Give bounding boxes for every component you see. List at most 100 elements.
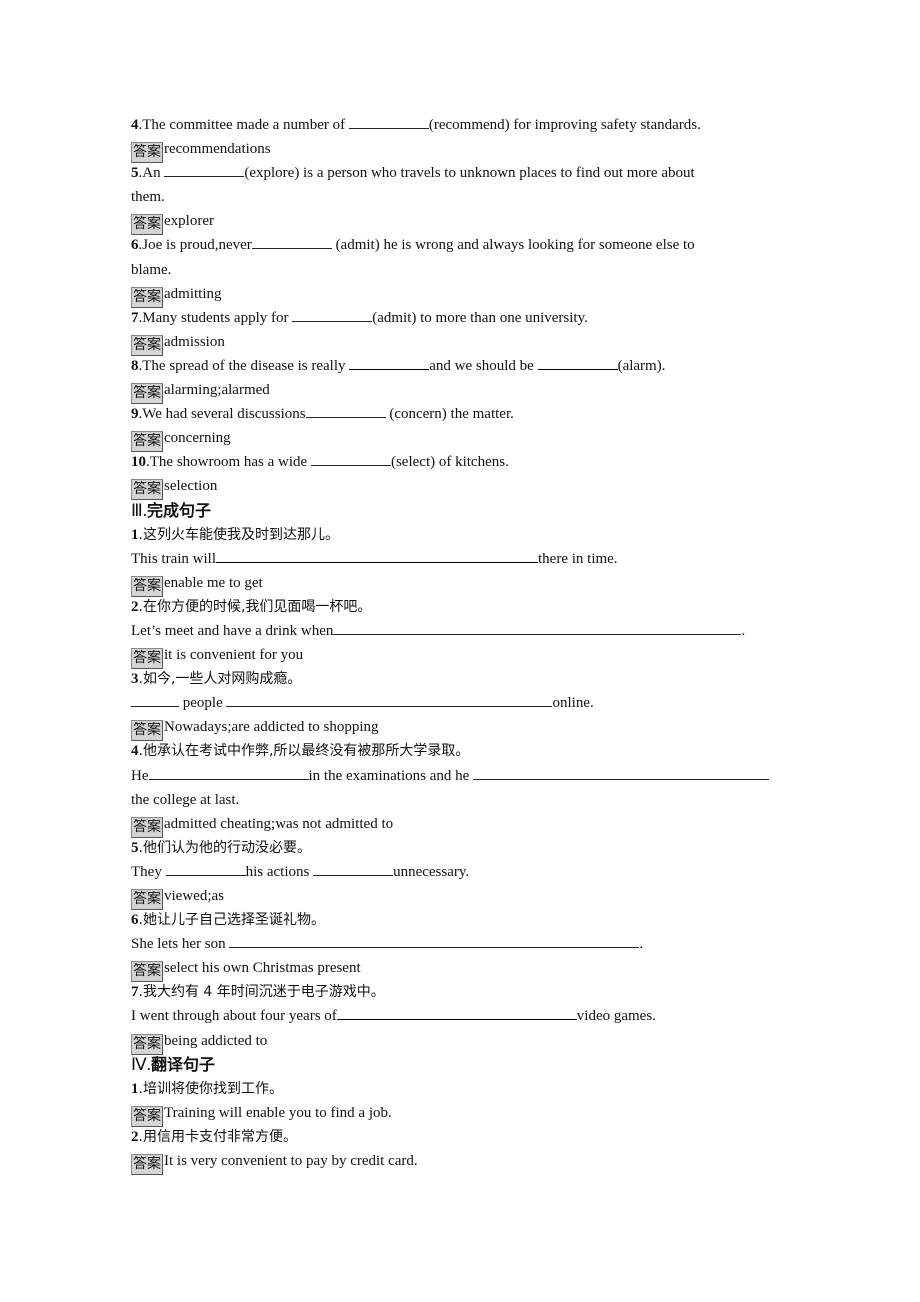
answer-6: 答案 admitting xyxy=(131,282,811,308)
question-text: there in time. xyxy=(538,550,618,567)
answer-10: 答案 selection xyxy=(131,474,811,501)
answer-text: selection xyxy=(164,478,218,495)
question-text: .The spread of the disease is really xyxy=(138,357,350,374)
answer-badge: 答案 xyxy=(131,431,163,453)
chinese-prompt: .她让儿子自己选择圣诞礼物。 xyxy=(138,912,325,929)
section-number: Ⅲ. xyxy=(131,500,147,520)
answer-badge: 答案 xyxy=(131,142,163,164)
answer-blank xyxy=(473,765,770,780)
answer-7: 答案 admission xyxy=(131,330,811,356)
answer-blank xyxy=(251,234,332,250)
question-number: 8 xyxy=(131,357,139,374)
answer-badge: 答案 xyxy=(131,479,163,501)
s3-answer-4: 答案 admitted cheating;was not admitted to xyxy=(131,812,811,838)
question-text: .Joe is proud,never xyxy=(138,237,252,254)
s3-question-4-continuation: the college at last. xyxy=(131,791,240,808)
question-number: 2 xyxy=(131,1128,139,1145)
question-text: unnecessary. xyxy=(393,863,470,880)
question-number: 6 xyxy=(131,912,139,929)
question-text: (concern) the matter. xyxy=(385,406,514,423)
chinese-prompt: .培训将使你找到工作。 xyxy=(138,1080,283,1097)
chinese-prompt: .他承认在考试中作弊,所以最终没有被那所大学录取。 xyxy=(138,743,470,760)
answer-badge: 答案 xyxy=(131,720,163,742)
s3-question-3-sentence: people online. xyxy=(131,691,811,715)
answer-text: Nowadays;are addicted to shopping xyxy=(164,719,379,736)
answer-badge: 答案 xyxy=(131,648,163,670)
s3-answer-5: 答案 viewed;as xyxy=(131,884,811,910)
s3-question-5-sentence: They his actions unnecessary. xyxy=(131,860,811,884)
question-number: 2 xyxy=(131,598,139,615)
answer-text: explorer xyxy=(164,213,214,230)
question-number: 6 xyxy=(131,237,139,254)
s3-question-1-sentence: This train will there in time. xyxy=(131,547,811,571)
answer-badge: 答案 xyxy=(131,383,163,405)
s3-question-3-prompt: 3.如今,一些人对网购成瘾。 xyxy=(131,667,811,691)
s3-question-1-prompt: 1.这列火车能使我及时到达那儿。 xyxy=(131,523,811,547)
question-number: 4 xyxy=(131,743,139,760)
s3-question-6-sentence: She lets her son . xyxy=(131,932,811,956)
answer-badge: 答案 xyxy=(131,1154,163,1176)
s4-answer-1: 答案 Training will enable you to find a job… xyxy=(131,1101,811,1127)
question-number: 7 xyxy=(131,984,139,1001)
chinese-prompt: .用信用卡支付非常方便。 xyxy=(138,1128,297,1145)
answer-blank xyxy=(537,355,618,370)
question-text: . xyxy=(741,622,746,639)
question-text: (admit) to more than one university. xyxy=(372,309,588,326)
question-text: online. xyxy=(552,695,594,712)
question-text: (recommend) for improving safety standar… xyxy=(428,117,701,133)
question-5-continuation: them. xyxy=(131,189,165,206)
question-text: They xyxy=(131,863,166,880)
question-number: 4 xyxy=(131,117,139,133)
question-number: 9 xyxy=(131,406,139,423)
answer-text: it is convenient for you xyxy=(164,647,304,664)
question-7: 7.Many students apply for (admit) to mor… xyxy=(131,306,811,330)
question-number: 10 xyxy=(131,454,146,471)
chinese-prompt: .这列火车能使我及时到达那儿。 xyxy=(138,526,339,543)
s3-question-4-prompt: 4.他承认在考试中作弊,所以最终没有被那所大学录取。 xyxy=(131,739,811,763)
question-text: .An xyxy=(138,165,165,182)
answer-blank xyxy=(313,861,394,876)
worksheet-page: 4.The committee made a number of (recomm… xyxy=(131,113,811,1176)
s3-answer-3: 答案 Nowadays;are addicted to shopping xyxy=(131,715,811,742)
chinese-prompt: .我大约有 4 年时间沉迷于电子游戏中。 xyxy=(138,984,385,1001)
answer-badge: 答案 xyxy=(131,1105,163,1127)
s3-answer-1: 答案 enable me to get xyxy=(131,571,811,597)
answer-blank xyxy=(165,861,246,876)
question-8: 8.The spread of the disease is really an… xyxy=(131,354,811,378)
answer-blank xyxy=(226,692,553,708)
section-title: 完成句子 xyxy=(146,500,211,520)
s3-question-6-prompt: 6.她让儿子自己选择圣诞礼物。 xyxy=(131,908,811,932)
answer-text: admitted cheating;was not admitted to xyxy=(164,815,394,832)
question-4: 4.The committee made a number of (recomm… xyxy=(131,113,811,137)
answer-text: alarming;alarmed xyxy=(164,382,270,399)
s3-answer-2: 答案 it is convenient for you xyxy=(131,643,811,670)
answer-badge: 答案 xyxy=(131,1033,163,1055)
question-text: his actions xyxy=(245,863,314,880)
chinese-prompt: .在你方便的时候,我们见面喝一杯吧。 xyxy=(138,598,372,615)
s3-question-7-prompt: 7.我大约有 4 年时间沉迷于电子游戏中。 xyxy=(131,980,811,1004)
answer-blank xyxy=(349,355,430,370)
answer-text: concerning xyxy=(164,430,231,447)
question-text: (admit) he is wrong and always looking f… xyxy=(331,237,695,254)
answer-badge: 答案 xyxy=(131,214,163,236)
answer-8: 答案 alarming;alarmed xyxy=(131,378,811,405)
question-text: .The showroom has a wide xyxy=(146,454,311,471)
chinese-prompt: .他们认为他的行动没必要。 xyxy=(138,839,311,856)
section-heading-translate-sentences: Ⅳ.翻译句子 xyxy=(131,1053,811,1077)
section-title: 翻译句子 xyxy=(150,1054,215,1074)
question-text: and we should be xyxy=(429,357,538,374)
question-6-continuation: blame. xyxy=(131,261,172,278)
question-number: 5 xyxy=(131,839,139,856)
answer-blank xyxy=(229,933,640,949)
question-9: 9.We had several discussions (concern) t… xyxy=(131,402,811,426)
answer-blank xyxy=(333,620,742,635)
question-number: 1 xyxy=(131,1080,139,1097)
section-heading-complete-sentences: Ⅲ.完成句子 xyxy=(131,499,811,523)
s4-question-2-prompt: 2.用信用卡支付非常方便。 xyxy=(131,1125,811,1149)
answer-text: admitting xyxy=(164,285,222,302)
question-text: .We had several discussions xyxy=(138,406,306,423)
answer-blank xyxy=(216,548,538,563)
section-number: Ⅳ. xyxy=(131,1054,151,1074)
answer-4: 答案 recommendations xyxy=(131,137,811,164)
question-6: 6.Joe is proud,never (admit) he is wrong… xyxy=(131,233,811,257)
